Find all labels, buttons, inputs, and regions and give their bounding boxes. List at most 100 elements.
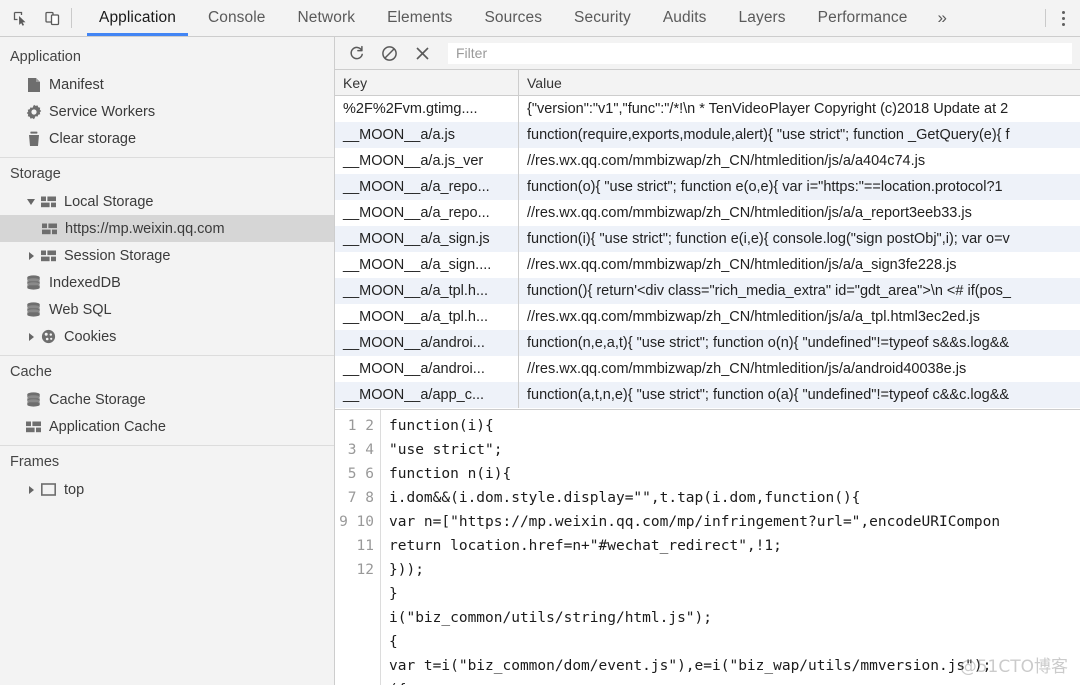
table-row[interactable]: __MOON__a/app_c...function(a,t,n,e){ "us… (335, 382, 1080, 408)
sidebar-item-session-storage[interactable]: Session Storage (0, 242, 334, 269)
sidebar-item-clear-storage[interactable]: Clear storage (0, 125, 334, 152)
column-header-label: Key (343, 75, 367, 91)
database-icon (24, 275, 43, 290)
cell-key: __MOON__a/a_sign.... (335, 252, 519, 278)
more-tabs-icon[interactable]: » (924, 0, 961, 36)
cell-value: //res.wx.qq.com/mmbizwap/zh_CN/htmlediti… (519, 356, 1080, 382)
cell-value: //res.wx.qq.com/mmbizwap/zh_CN/htmlediti… (519, 148, 1080, 174)
table-body: %2F%2Fvm.gtimg....{"version":"v1","func"… (335, 96, 1080, 409)
cell-key: __MOON__a/a.js_ver (335, 148, 519, 174)
devtools-body: Application Manifest Service Workers Cle… (0, 37, 1080, 685)
no-entry-icon[interactable] (378, 42, 400, 64)
cell-value: function(i){ "use strict"; function e(i,… (519, 226, 1080, 252)
tabbar-right-icons (1045, 0, 1080, 36)
cookie-icon (39, 329, 58, 344)
tab-performance[interactable]: Performance (802, 0, 924, 36)
sidebar-item-label: top (64, 482, 84, 498)
table-icon (24, 421, 43, 433)
sidebar-item-cookies[interactable]: Cookies (0, 323, 334, 350)
trash-icon (24, 131, 43, 147)
tab-label: Security (574, 9, 631, 27)
table-row[interactable]: __MOON__a/a_tpl.h...//res.wx.qq.com/mmbi… (335, 304, 1080, 330)
tab-label: Audits (663, 9, 707, 27)
close-x-icon[interactable] (411, 42, 433, 64)
cell-key: __MOON__a/a_tpl.h... (335, 278, 519, 304)
cell-key: %2F%2Fvm.gtimg.... (335, 96, 519, 122)
column-header-key[interactable]: Key (335, 70, 519, 95)
tab-network[interactable]: Network (282, 0, 372, 36)
sidebar-item-label: Web SQL (49, 302, 112, 318)
cell-key: __MOON__a/androi... (335, 330, 519, 356)
cell-value: {"version":"v1","func":"/*!\n * TenVideo… (519, 96, 1080, 122)
table-row[interactable]: __MOON__a/a_repo...function(o){ "use str… (335, 174, 1080, 200)
database-icon (24, 302, 43, 317)
tab-audits[interactable]: Audits (647, 0, 723, 36)
cell-value: function(o){ "use strict"; function e(o,… (519, 174, 1080, 200)
table-row[interactable]: __MOON__a/androi...function(n,e,a,t){ "u… (335, 330, 1080, 356)
sidebar-item-web-sql[interactable]: Web SQL (0, 296, 334, 323)
device-toolbar-icon[interactable] (42, 8, 62, 28)
tab-elements[interactable]: Elements (371, 0, 468, 36)
sidebar-item-label: Session Storage (64, 248, 170, 264)
table-row[interactable]: __MOON__a/a_tpl.h...function(){ return'<… (335, 278, 1080, 304)
sidebar-item-localstorage-origin[interactable]: https://mp.weixin.qq.com (0, 215, 334, 242)
tab-security[interactable]: Security (558, 0, 647, 36)
tab-label: Layers (739, 9, 786, 27)
table-row[interactable]: __MOON__a/androi...//res.wx.qq.com/mmbiz… (335, 356, 1080, 382)
chevron-right-icon[interactable] (24, 486, 38, 494)
tabbar-left-icons (0, 0, 71, 36)
sidebar-item-local-storage[interactable]: Local Storage (0, 188, 334, 215)
cell-value: //res.wx.qq.com/mmbizwap/zh_CN/htmlediti… (519, 304, 1080, 330)
sidebar-divider (0, 445, 334, 446)
sidebar-item-manifest[interactable]: Manifest (0, 71, 334, 98)
tab-layers[interactable]: Layers (723, 0, 802, 36)
table-row[interactable]: __MOON__a/a.jsfunction(require,exports,m… (335, 122, 1080, 148)
gear-icon (24, 104, 43, 120)
cell-key: __MOON__a/androi... (335, 356, 519, 382)
sidebar-divider (0, 157, 334, 158)
table-row[interactable]: __MOON__a/a.js_ver//res.wx.qq.com/mmbizw… (335, 148, 1080, 174)
tab-application[interactable]: Application (83, 0, 192, 36)
tab-console[interactable]: Console (192, 0, 282, 36)
table-icon (39, 196, 58, 208)
cell-value: //res.wx.qq.com/mmbizwap/zh_CN/htmlediti… (519, 200, 1080, 226)
chevron-down-icon[interactable] (24, 199, 38, 205)
table-row[interactable]: __MOON__a/a_repo...//res.wx.qq.com/mmbiz… (335, 200, 1080, 226)
cell-key: __MOON__a/a_repo... (335, 200, 519, 226)
cell-key: __MOON__a/a_sign.js (335, 226, 519, 252)
sidebar-item-service-workers[interactable]: Service Workers (0, 98, 334, 125)
sidebar-group-title-application: Application (0, 43, 334, 71)
tab-label: Console (208, 9, 266, 27)
table-row[interactable]: __MOON__a/a_sign.jsfunction(i){ "use str… (335, 226, 1080, 252)
cell-value: function(n,e,a,t){ "use strict"; functio… (519, 330, 1080, 356)
table-row[interactable]: __MOON__a/a_sign....//res.wx.qq.com/mmbi… (335, 252, 1080, 278)
inspect-element-icon[interactable] (10, 8, 30, 28)
tab-label: Performance (818, 9, 908, 27)
sidebar-group-title-storage: Storage (0, 160, 334, 188)
storage-toolbar (335, 37, 1080, 70)
tab-sources[interactable]: Sources (468, 0, 558, 36)
sidebar-group-title-cache: Cache (0, 358, 334, 386)
cell-value: //res.wx.qq.com/mmbizwap/zh_CN/htmlediti… (519, 252, 1080, 278)
cell-value: function(){ return'<div class="rich_medi… (519, 278, 1080, 304)
column-header-label: Value (527, 75, 562, 91)
sidebar-item-label: Clear storage (49, 131, 136, 147)
value-preview-panel: 1 2 3 4 5 6 7 8 9 10 11 12 function(i){ … (335, 410, 1080, 685)
refresh-icon[interactable] (345, 42, 367, 64)
column-header-value[interactable]: Value (519, 70, 1080, 95)
sidebar-item-label: Manifest (49, 77, 104, 93)
preview-code[interactable]: function(i){ "use strict"; function n(i)… (381, 410, 1080, 685)
table-row[interactable]: %2F%2Fvm.gtimg....{"version":"v1","func"… (335, 96, 1080, 122)
chevron-right-icon[interactable] (24, 333, 38, 341)
main-menu-icon[interactable] (1046, 0, 1080, 36)
sidebar-item-indexeddb[interactable]: IndexedDB (0, 269, 334, 296)
sidebar-item-label: Service Workers (49, 104, 155, 120)
storage-main-panel: Key Value %2F%2Fvm.gtimg....{"version":"… (335, 37, 1080, 685)
filter-input[interactable] (448, 43, 1072, 64)
chevron-right-icon[interactable] (24, 252, 38, 260)
devtools-window: Application Console Network Elements Sou… (0, 0, 1080, 685)
frame-icon (39, 483, 58, 496)
sidebar-item-application-cache[interactable]: Application Cache (0, 413, 334, 440)
sidebar-item-frame-top[interactable]: top (0, 476, 334, 503)
sidebar-item-cache-storage[interactable]: Cache Storage (0, 386, 334, 413)
